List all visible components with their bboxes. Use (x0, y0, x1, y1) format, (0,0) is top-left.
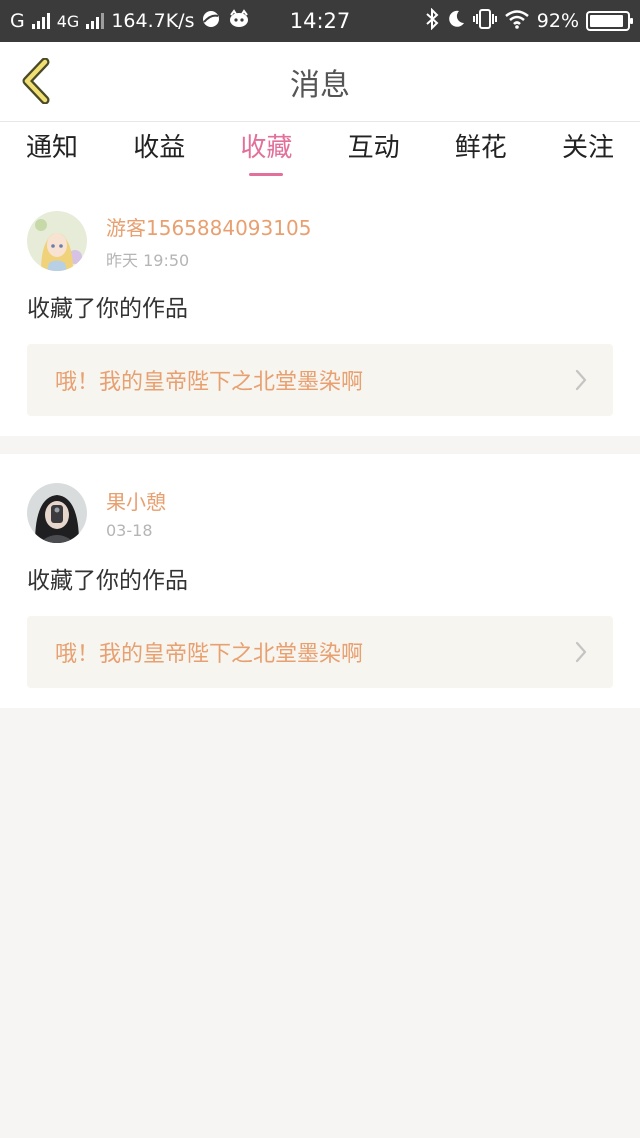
username[interactable]: 游客1565884093105 (106, 212, 311, 241)
author-meta: 果小憩 03-18 (106, 486, 166, 540)
chevron-right-icon (575, 641, 587, 663)
wifi-icon (504, 9, 530, 34)
browser-icon (201, 9, 221, 34)
vibrate-icon (472, 8, 497, 35)
message-author: 果小憩 03-18 (27, 482, 613, 544)
status-right: 92% (425, 7, 633, 35)
tab-favorites[interactable]: 收藏 (240, 122, 292, 180)
tab-flowers[interactable]: 鲜花 (455, 122, 507, 180)
work-link[interactable]: 哦！我的皇帝陛下之北堂墨染啊 (27, 344, 613, 416)
chevron-right-icon (575, 369, 587, 391)
work-title: 哦！我的皇帝陛下之北堂墨染啊 (55, 642, 364, 667)
timestamp: 03-18 (106, 521, 153, 540)
chevron-left-icon (22, 58, 50, 104)
timestamp: 昨天 19:50 (106, 250, 190, 270)
tab-following[interactable]: 关注 (562, 122, 614, 180)
avatar[interactable] (27, 211, 87, 271)
list-item: 游客1565884093105 昨天 19:50 收藏了你的作品 哦！我的皇帝陛… (0, 180, 640, 436)
status-left: G 4G 164.7K/s (10, 8, 250, 34)
battery-icon (586, 11, 633, 31)
bluetooth-icon (425, 7, 439, 35)
author-meta: 游客1565884093105 昨天 19:50 (106, 212, 311, 271)
moon-icon (446, 9, 466, 34)
username[interactable]: 果小憩 (106, 486, 166, 515)
message-action: 收藏了你的作品 (27, 568, 188, 594)
work-title: 哦！我的皇帝陛下之北堂墨染啊 (55, 370, 364, 395)
carrier-label: G (10, 10, 25, 32)
tab-earnings[interactable]: 收益 (133, 122, 185, 180)
back-button[interactable] (14, 56, 58, 106)
status-bar: G 4G 164.7K/s 14:27 92% (0, 0, 640, 42)
app-notification-icon (228, 8, 250, 34)
tab-bar: 通知 收益 收藏 互动 鲜花 关注 (0, 122, 640, 180)
network-type-label: 4G (56, 11, 80, 31)
tab-notifications[interactable]: 通知 (26, 122, 78, 180)
list-item: 果小憩 03-18 收藏了你的作品 哦！我的皇帝陛下之北堂墨染啊 (0, 454, 640, 708)
message-action: 收藏了你的作品 (27, 296, 188, 322)
page-title: 消息 (290, 67, 350, 103)
network-speed: 164.7K/s (111, 10, 195, 32)
work-link[interactable]: 哦！我的皇帝陛下之北堂墨染啊 (27, 616, 613, 688)
signal-icon (31, 13, 50, 29)
signal-icon-secondary (86, 13, 105, 29)
nav-header: 消息 (0, 42, 640, 122)
tab-interactions[interactable]: 互动 (348, 122, 400, 180)
message-author: 游客1565884093105 昨天 19:50 (27, 210, 613, 272)
avatar[interactable] (27, 483, 87, 543)
message-list: 游客1565884093105 昨天 19:50 收藏了你的作品 哦！我的皇帝陛… (0, 180, 640, 708)
battery-percent: 92% (536, 10, 579, 32)
